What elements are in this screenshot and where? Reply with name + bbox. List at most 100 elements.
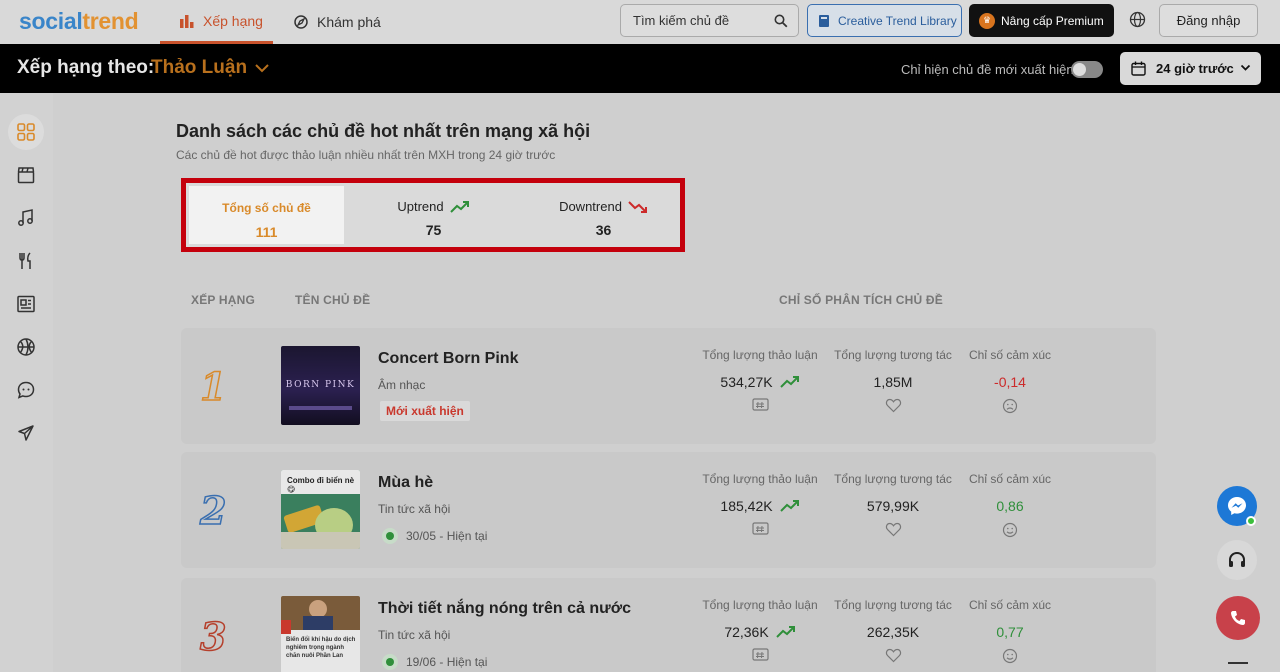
stat-downtrend[interactable]: Downtrend 36 xyxy=(521,186,686,244)
topic-date: 19/06 - Hiện tại xyxy=(382,654,487,670)
heart-icon xyxy=(885,648,901,663)
topic-card[interactable]: 2 Combo đi biển nè 😋 Mùa hè Tin tức xã h… xyxy=(181,452,1156,568)
rank-number: 1 xyxy=(199,363,227,410)
online-status-dot xyxy=(1246,516,1256,526)
new-only-label: Chỉ hiện chủ đề mới xuất hiện xyxy=(901,62,1074,77)
call-button[interactable] xyxy=(1216,596,1260,640)
compass-icon xyxy=(294,15,308,29)
trend-up-icon xyxy=(779,376,799,388)
globe-icon[interactable] xyxy=(1129,11,1146,28)
sidebar-item-chat[interactable] xyxy=(8,372,44,408)
metric-discussion: Tổng lượng thảo luận 72,36K xyxy=(700,598,820,663)
rank-by-dropdown[interactable]: Thảo Luận xyxy=(151,57,269,79)
topic-card[interactable]: 3 Biến đổi khí hậu do dịch nghiêm trọng … xyxy=(181,578,1156,672)
hashtag-icon xyxy=(751,398,769,411)
sidebar-item-film[interactable] xyxy=(8,157,44,193)
heart-icon xyxy=(885,522,901,537)
new-topic-badge: Mới xuất hiện xyxy=(380,401,470,421)
metric-value: 579,99K xyxy=(866,498,920,514)
column-header-rank: XẾP HẠNG xyxy=(191,293,256,307)
thumbnail-caption: Biến đổi khí hậu do dịch nghiêm trọng ng… xyxy=(286,637,356,659)
tab-explore[interactable]: Khám phá xyxy=(293,0,381,44)
rank-by-value: Thảo Luận xyxy=(151,57,248,78)
topic-date-text: 30/05 - Hiện tại xyxy=(406,529,488,543)
topic-name[interactable]: Concert Born Pink xyxy=(378,350,518,368)
topic-category: Âm nhạc xyxy=(378,378,426,392)
rank-by-label: Xếp hạng theo: xyxy=(17,57,155,78)
metric-value: 185,42K xyxy=(720,498,773,514)
sidebar-item-news[interactable] xyxy=(8,286,44,322)
stat-total-topics[interactable]: Tổng số chủ đề 111 xyxy=(189,186,344,244)
topic-thumbnail[interactable]: BORN PINK xyxy=(281,346,360,425)
tab-ranking[interactable]: Xếp hạng xyxy=(160,0,273,44)
sidebar xyxy=(0,93,53,672)
stat-uptrend[interactable]: Uptrend 75 xyxy=(351,186,516,244)
menu-handle-icon[interactable] xyxy=(1228,662,1248,664)
chevron-down-icon xyxy=(255,63,269,72)
topic-thumbnail[interactable]: Biến đổi khí hậu do dịch nghiêm trọng ng… xyxy=(281,596,360,672)
login-label: Đăng nhập xyxy=(1176,13,1241,28)
logo-text-social: social xyxy=(19,8,83,34)
messenger-icon xyxy=(1228,497,1246,515)
hashtag-icon xyxy=(751,522,769,535)
thumbnail-stage-line xyxy=(289,406,352,410)
metric-sentiment: Chỉ số cảm xúc -0,14 xyxy=(950,348,1070,414)
metric-interaction: Tổng lượng tương tác 579,99K xyxy=(833,472,953,537)
trend-up-icon xyxy=(779,500,799,512)
topic-name[interactable]: Mùa hè xyxy=(378,474,433,492)
creative-library-button[interactable]: Creative Trend Library xyxy=(807,4,962,37)
clapperboard-icon xyxy=(17,167,35,184)
hashtag-icon xyxy=(751,648,769,661)
search-icon[interactable] xyxy=(774,14,788,28)
topic-name[interactable]: Thời tiết nắng nóng trên cả nước xyxy=(378,600,631,618)
page-subtitle: Các chủ đề hot được thảo luận nhiều nhất… xyxy=(176,148,556,162)
support-button[interactable] xyxy=(1217,540,1257,580)
metric-label: Tổng lượng thảo luận xyxy=(702,348,818,362)
time-range-value: 24 giờ trước xyxy=(1156,61,1234,76)
metric-value: 534,27K xyxy=(720,374,773,390)
sidebar-item-food[interactable] xyxy=(8,243,44,279)
premium-button[interactable]: ♛ Nâng cấp Premium xyxy=(969,4,1114,37)
sidebar-item-travel[interactable] xyxy=(8,415,44,451)
login-button[interactable]: Đăng nhập xyxy=(1159,4,1258,37)
book-icon xyxy=(819,14,829,27)
search-placeholder: Tìm kiếm chủ đề xyxy=(633,13,730,28)
thumbnail-caption: BORN PINK xyxy=(285,380,356,390)
stat-total-label: Tổng số chủ đề xyxy=(222,201,311,215)
top-nav: socialtrend Xếp hạng Khám phá Tìm kiếm c… xyxy=(0,0,1280,44)
logo[interactable]: socialtrend xyxy=(19,8,139,35)
sidebar-item-sport[interactable] xyxy=(8,329,44,365)
topic-card[interactable]: 1 BORN PINK Concert Born Pink Âm nhạc Mớ… xyxy=(181,328,1156,444)
sport-icon xyxy=(17,338,35,356)
rank-bar: Xếp hạng theo: Thảo Luận Chỉ hiện chủ đề… xyxy=(0,44,1280,93)
plane-icon xyxy=(18,425,34,441)
food-icon xyxy=(19,252,31,269)
news-icon xyxy=(17,295,35,313)
tab-ranking-label: Xếp hạng xyxy=(203,12,263,29)
premium-label: Nâng cấp Premium xyxy=(1001,13,1104,28)
metric-sentiment: Chỉ số cảm xúc 0,77 xyxy=(950,598,1070,664)
metric-value: 262,35K xyxy=(866,624,920,640)
sidebar-item-music[interactable] xyxy=(8,200,44,236)
active-dot-icon xyxy=(382,528,398,544)
grid-icon xyxy=(17,123,35,141)
calendar-icon xyxy=(1131,61,1146,76)
metric-value: -0,14 xyxy=(994,374,1026,390)
sidebar-item-all[interactable] xyxy=(8,114,44,150)
metric-value: 1,85M xyxy=(873,374,913,390)
thumbnail-caption: Combo đi biển nè 😋 xyxy=(287,476,355,494)
topic-date: 30/05 - Hiện tại xyxy=(382,528,487,544)
metric-value: 72,36K xyxy=(724,624,769,640)
metric-value: 0,86 xyxy=(996,498,1024,514)
new-only-toggle[interactable] xyxy=(1071,61,1103,78)
heart-icon xyxy=(885,398,901,413)
metric-label: Chỉ số cảm xúc xyxy=(968,472,1052,486)
trend-up-icon xyxy=(775,626,795,638)
chevron-down-icon xyxy=(1240,64,1251,71)
time-range-select[interactable]: 24 giờ trước xyxy=(1120,52,1261,85)
trend-stats-summary: Tổng số chủ đề 111 Uptrend 75 Downtrend … xyxy=(181,178,685,252)
stat-total-value: 111 xyxy=(255,224,278,240)
topic-thumbnail[interactable]: Combo đi biển nè 😋 xyxy=(281,470,360,549)
search-input[interactable]: Tìm kiếm chủ đề xyxy=(620,4,799,37)
stat-uptrend-value: 75 xyxy=(425,222,442,238)
